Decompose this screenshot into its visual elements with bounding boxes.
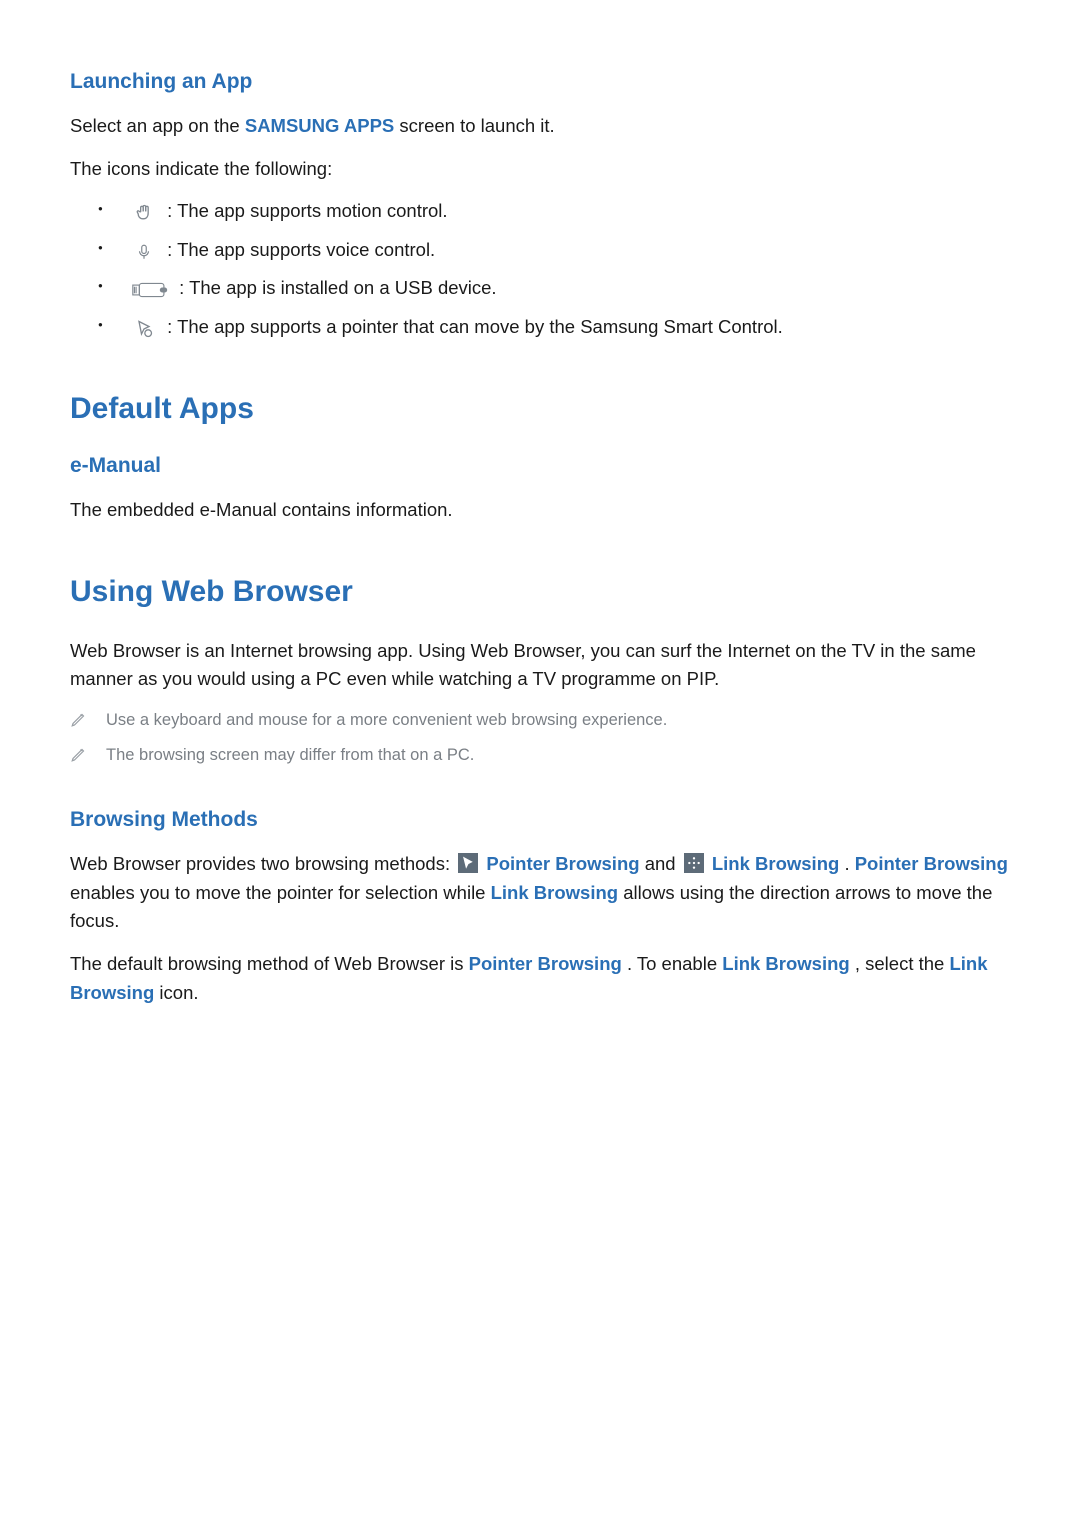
pointer-icon: [130, 313, 158, 342]
heading-launching-an-app: Launching an App: [70, 70, 1010, 94]
list-item-text: : The app supports motion control.: [167, 200, 447, 221]
usb-icon: [130, 275, 170, 304]
list-item: : The app supports motion control.: [98, 197, 1010, 226]
text: and: [645, 853, 681, 874]
text: The default browsing method of Web Brows…: [70, 953, 469, 974]
text: screen to launch it.: [399, 115, 554, 136]
pencil-icon: [70, 745, 90, 768]
term-link-browsing: Link Browsing: [712, 853, 839, 874]
heading-using-web-browser: Using Web Browser: [70, 575, 1010, 609]
pointer-browsing-icon: [458, 853, 478, 873]
term-link-browsing: Link Browsing: [722, 953, 849, 974]
link-samsung-apps: SAMSUNG APPS: [245, 115, 394, 136]
list-item-text: : The app supports a pointer that can mo…: [167, 316, 783, 337]
list-item: : The app supports voice control.: [98, 236, 1010, 265]
heading-default-apps: Default Apps: [70, 392, 1010, 426]
page: Launching an App Select an app on the SA…: [0, 0, 1080, 1081]
text: , select the: [855, 953, 950, 974]
term-pointer-browsing: Pointer Browsing: [469, 953, 622, 974]
icon-meaning-list: : The app supports motion control. : The…: [70, 197, 1010, 342]
list-item-text: : The app is installed on a USB device.: [179, 277, 496, 298]
link-browsing-icon: [684, 853, 704, 873]
hand-icon: [130, 198, 158, 227]
note-text: The browsing screen may differ from that…: [106, 743, 1010, 768]
note-row: The browsing screen may differ from that…: [70, 743, 1010, 768]
note-text: Use a keyboard and mouse for a more conv…: [106, 708, 1010, 733]
text: enables you to move the pointer for sele…: [70, 882, 491, 903]
text: icon.: [159, 982, 198, 1003]
list-item-text: : The app supports voice control.: [167, 239, 435, 260]
browsing-methods-p1: Web Browser provides two browsing method…: [70, 850, 1010, 936]
term-pointer-browsing: Pointer Browsing: [486, 853, 639, 874]
text: .: [844, 853, 854, 874]
text: . To enable: [627, 953, 722, 974]
pencil-icon: [70, 710, 90, 733]
term-pointer-browsing: Pointer Browsing: [855, 853, 1008, 874]
heading-browsing-methods: Browsing Methods: [70, 808, 1010, 832]
term-link-browsing: Link Browsing: [491, 882, 618, 903]
launching-intro: Select an app on the SAMSUNG APPS screen…: [70, 112, 1010, 141]
note-row: Use a keyboard and mouse for a more conv…: [70, 708, 1010, 733]
e-manual-text: The embedded e-Manual contains informati…: [70, 496, 1010, 525]
text: Select an app on the: [70, 115, 245, 136]
text: Web Browser provides two browsing method…: [70, 853, 455, 874]
icons-intro: The icons indicate the following:: [70, 155, 1010, 184]
list-item: : The app is installed on a USB device.: [98, 274, 1010, 303]
browsing-methods-p2: The default browsing method of Web Brows…: [70, 950, 1010, 1007]
list-item: : The app supports a pointer that can mo…: [98, 313, 1010, 342]
heading-e-manual: e-Manual: [70, 454, 1010, 478]
mic-icon: [130, 237, 158, 266]
web-browser-text: Web Browser is an Internet browsing app.…: [70, 637, 1010, 694]
